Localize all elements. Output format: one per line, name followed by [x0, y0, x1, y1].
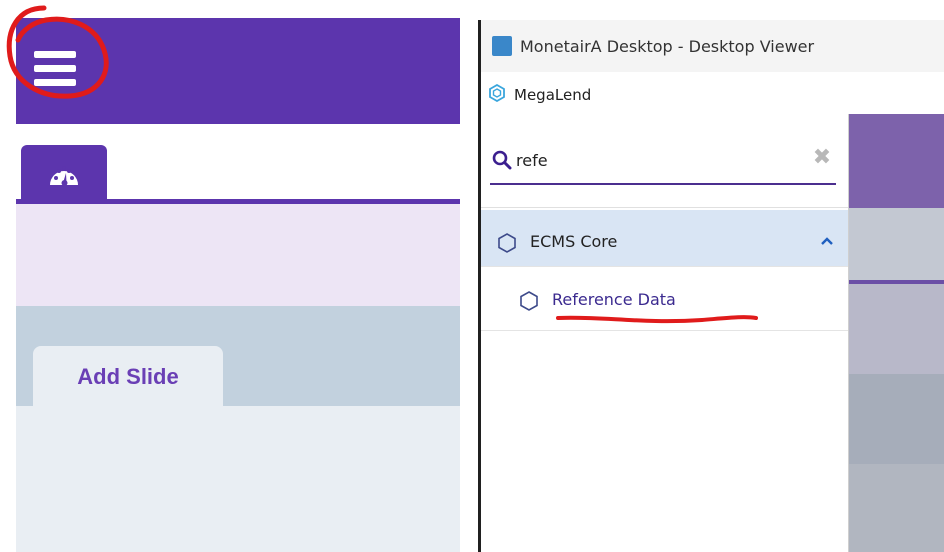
- app-window-icon: [492, 36, 512, 56]
- tree-item-label: ECMS Core: [530, 232, 618, 251]
- hexagon-icon: [520, 291, 538, 311]
- app-name: MegaLend: [514, 86, 592, 104]
- add-slide-label: Add Slide: [77, 364, 179, 389]
- search-icon: [492, 150, 512, 170]
- chevron-up-icon[interactable]: [820, 236, 834, 246]
- slide-content-area: [16, 406, 460, 552]
- search-input[interactable]: [516, 146, 796, 174]
- left-app-panel: Add Slide: [0, 0, 460, 552]
- add-slide-tab[interactable]: Add Slide: [33, 346, 223, 406]
- window-title: MonetairA Desktop - Desktop Viewer: [520, 37, 815, 56]
- tree-item-label[interactable]: Reference Data: [552, 290, 676, 309]
- search-underline: [490, 183, 836, 185]
- hexagon-icon: [498, 233, 516, 253]
- annotation-circle: [6, 5, 109, 99]
- desktop-viewer-window: MonetairA Desktop - Desktop Viewer MegaL…: [478, 0, 944, 552]
- navigation-menu: [481, 114, 849, 552]
- background-content: [848, 114, 944, 552]
- megalend-logo-icon: [489, 84, 505, 102]
- clear-icon[interactable]: ✖: [812, 147, 832, 169]
- tab-dashboard[interactable]: [21, 145, 107, 201]
- toolbar-area: [16, 204, 460, 306]
- divider: [481, 266, 848, 267]
- divider: [481, 207, 848, 208]
- speedometer-icon: [50, 166, 78, 186]
- annotation-underline: [556, 315, 758, 324]
- divider: [481, 330, 848, 331]
